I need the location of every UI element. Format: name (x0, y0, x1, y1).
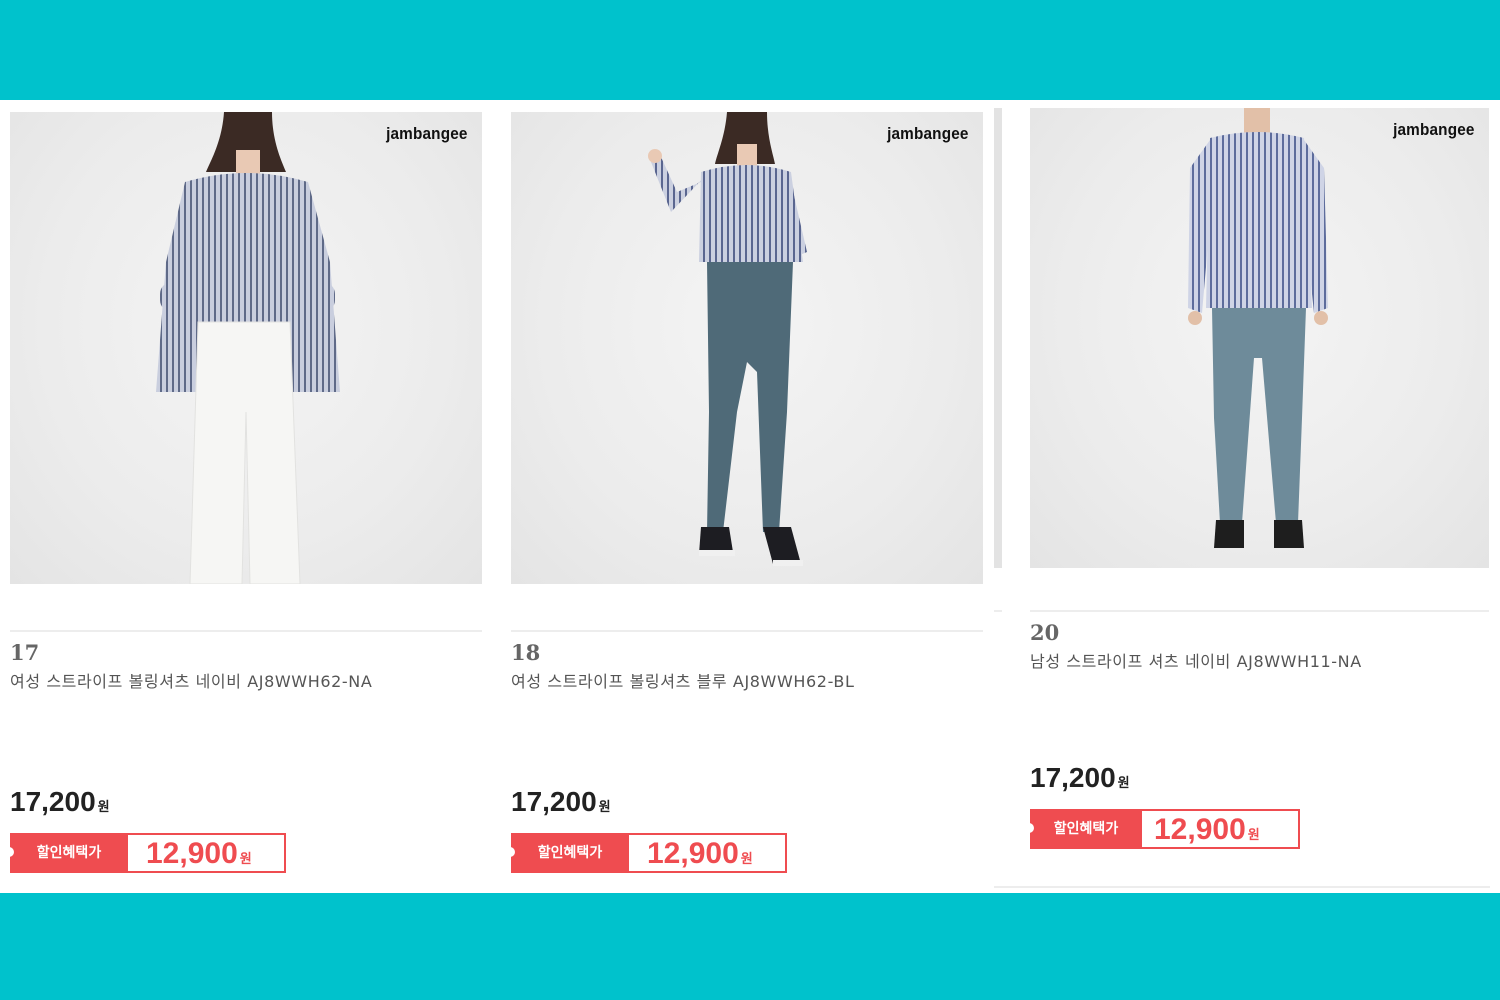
original-price: 17,200 원 (10, 786, 110, 818)
product-image[interactable]: jambangee (511, 112, 983, 584)
currency: 원 (1117, 775, 1130, 790)
model-photo (648, 112, 807, 566)
model-photo (156, 112, 340, 584)
product-number: 18 (511, 640, 541, 665)
separator (511, 630, 983, 632)
product-card-18[interactable]: jambangee 18 여성 스트라이프 볼링셔츠 블루 AJ8WWH62-B… (500, 100, 1000, 893)
currency: 원 (239, 851, 252, 866)
product-name[interactable]: 여성 스트라이프 볼링셔츠 네이비 AJ8WWH62-NA (10, 668, 372, 692)
discount-label: 할인혜택가 (505, 833, 629, 873)
product-name[interactable]: 여성 스트라이프 볼링셔츠 블루 AJ8WWH62-BL (511, 668, 854, 692)
currency: 원 (1247, 827, 1260, 842)
tag-notch (505, 847, 515, 857)
sale-price-value: 12,900 (1154, 813, 1246, 846)
product-name[interactable]: 남성 스트라이프 셔츠 네이비 AJ8WWH11-NA (1030, 648, 1362, 672)
discount-label: 할인혜택가 (4, 833, 128, 873)
model-photo (1188, 108, 1328, 548)
sale-price-value: 12,900 (146, 837, 238, 870)
sale-price: 12,900 원 (146, 835, 252, 871)
discount-box[interactable]: 할인혜택가 12,900 원 (1024, 809, 1300, 849)
discount-box[interactable]: 할인혜택가 12,900 원 (4, 833, 286, 873)
discount-label-text: 할인혜택가 (1053, 821, 1119, 837)
product-number: 20 (1030, 620, 1060, 645)
discount-label: 할인혜택가 (1024, 809, 1142, 849)
sale-price: 12,900 원 (1154, 811, 1260, 847)
product-number: 17 (10, 640, 40, 665)
original-price-value: 17,200 (1030, 762, 1116, 793)
product-grid: jambangee 17 여성 스트라이프 볼링셔츠 네이비 AJ8WWH62-… (0, 100, 1500, 893)
discount-box[interactable]: 할인혜택가 12,900 원 (505, 833, 787, 873)
original-price-value: 17,200 (511, 786, 597, 817)
product-card-20[interactable]: jambangee 20 남성 스트라이프 셔츠 네이비 AJ8WWH11-NA… (1020, 100, 1500, 893)
discount-label-text: 할인혜택가 (36, 845, 102, 861)
currency: 원 (97, 799, 110, 814)
column-divider (994, 108, 1002, 568)
separator (10, 630, 482, 632)
original-price: 17,200 원 (1030, 762, 1130, 794)
original-price-value: 17,200 (10, 786, 96, 817)
tag-notch (1024, 823, 1034, 833)
product-image[interactable]: jambangee (10, 112, 482, 584)
original-price: 17,200 원 (511, 786, 611, 818)
separator (994, 610, 1002, 612)
sale-price-value: 12,900 (647, 837, 739, 870)
discount-label-text: 할인혜택가 (537, 845, 603, 861)
product-card-17[interactable]: jambangee 17 여성 스트라이프 볼링셔츠 네이비 AJ8WWH62-… (0, 100, 500, 893)
product-image[interactable]: jambangee (1030, 108, 1489, 568)
sale-price: 12,900 원 (647, 835, 753, 871)
separator (1030, 610, 1489, 612)
currency: 원 (740, 851, 753, 866)
tag-notch (4, 847, 14, 857)
currency: 원 (598, 799, 611, 814)
